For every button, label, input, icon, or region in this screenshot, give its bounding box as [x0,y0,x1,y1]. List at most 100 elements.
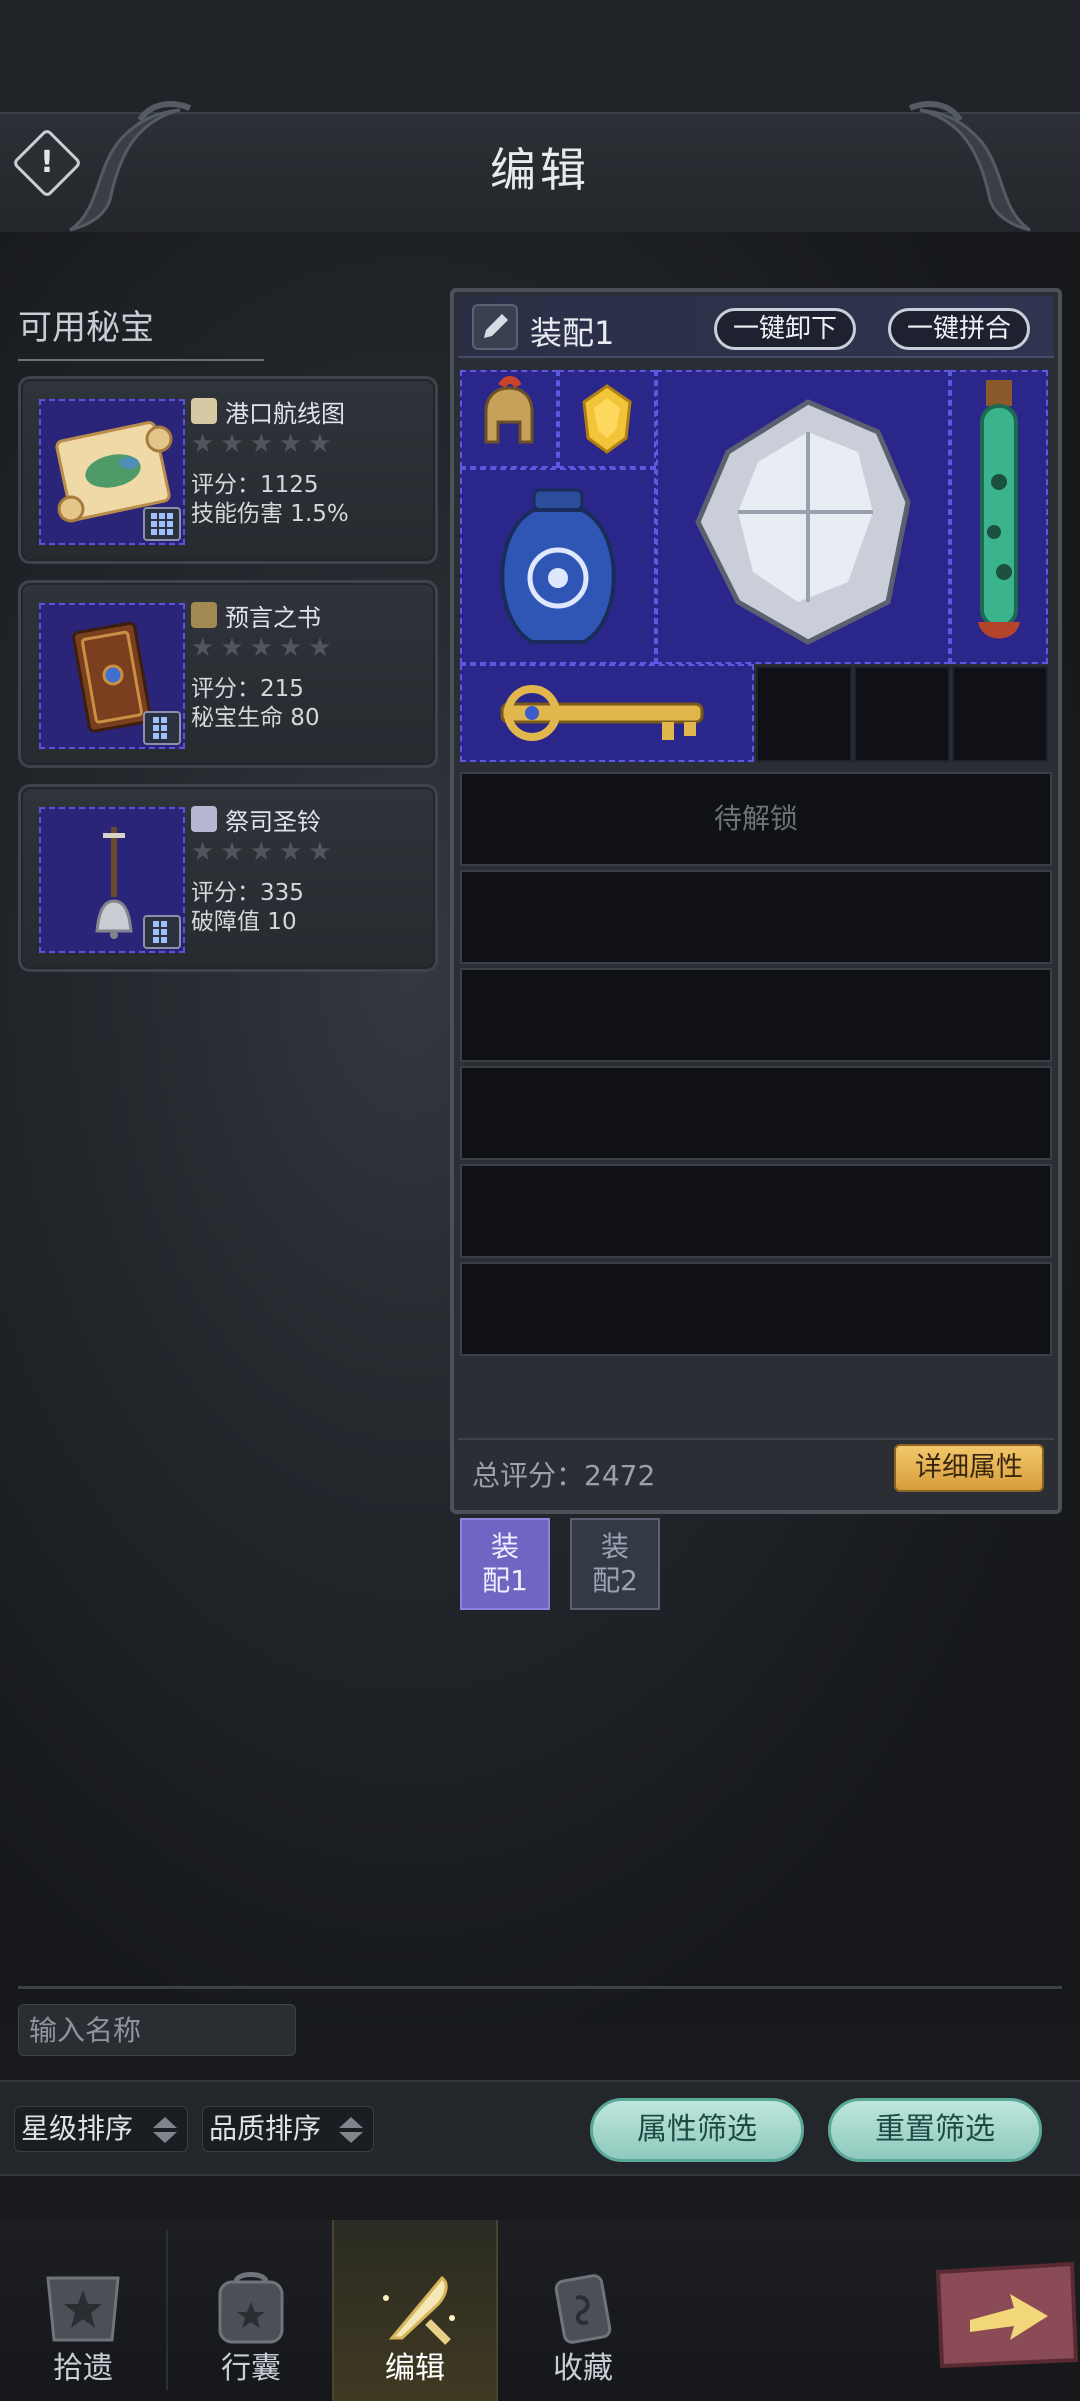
relic-thumbnail [39,807,185,953]
star-sort-label: 星级排序 [21,2112,134,2145]
loadout-panel: 装配1 一键卸下 一键拼合 待解锁 总评分：2472 详细属性 [450,288,1062,1514]
star-icon: ★ [308,633,332,663]
star-icon: ★ [191,633,215,663]
equipped-silver-ore[interactable] [656,370,950,664]
star-icon: ★ [191,837,215,867]
scroll-collection-icon [554,2274,612,2344]
nav-item-collection[interactable]: 收藏 [500,2220,666,2401]
reset-filter-button[interactable]: 重置筛选 [828,2098,1042,2162]
relic-shrine-icon [46,2276,120,2342]
available-relics-title: 可用秘宝 [18,300,264,361]
relic-thumbnail [39,603,185,749]
grid-shape-icon [143,711,181,745]
bell-icon [191,806,217,832]
quality-sort-label: 品质排序 [209,2112,322,2145]
nav-label: 收藏 [553,2351,613,2386]
locked-row [460,1164,1052,1258]
pencil-icon [484,314,508,338]
star-icon: ★ [220,837,244,867]
star-icon: ★ [220,429,244,459]
star-icon: ★ [220,633,244,663]
tome-icon [191,602,217,628]
star-icon: ★ [249,429,273,459]
quality-sort-button[interactable]: 品质排序 [202,2106,374,2152]
equipped-helmet[interactable] [460,370,558,468]
loadout-name: 装配1 [530,314,615,352]
loadout-tab-2[interactable]: 装 配2 [570,1518,660,1610]
relic-effect: 破障值 10 [191,909,297,935]
grid-shape-icon [143,507,181,541]
star-sort-button[interactable]: 星级排序 [14,2106,188,2152]
silver-ore-icon [695,399,911,645]
nav-item-bag[interactable]: 行囊 [168,2220,334,2401]
relic-thumbnail [39,399,185,545]
attribute-filter-button[interactable]: 属性筛选 [590,2098,804,2162]
star-icon: ★ [308,429,332,459]
right-horn-ornament [908,101,1031,232]
equipped-potion[interactable] [950,370,1048,664]
nav-label: 拾遗 [53,2351,113,2386]
grid-shape-icon [143,915,181,949]
equipment-grid[interactable] [460,370,1052,766]
sort-arrows-icon [339,2117,363,2143]
quill-wrench-icon [383,2275,455,2345]
locked-row [460,1262,1052,1356]
relic-name: 预言之书 [225,603,321,632]
sort-arrows-icon [153,2117,177,2143]
divider [18,1986,1062,1989]
auto-merge-button[interactable]: 一键拼合 [888,308,1031,350]
relic-card[interactable]: 港口航线图 ★ ★ ★ ★ ★ 评分：1125 技能伤害 1.5% [18,376,438,564]
locked-label: 待解锁 [713,802,798,835]
tab-label-line: 装 [490,1530,519,1563]
star-icon: ★ [249,837,273,867]
star-icon: ★ [249,633,273,663]
blue-vase-icon [500,488,616,644]
star-icon: ★ [308,837,332,867]
relic-name: 祭司圣铃 [225,807,321,836]
star-icon: ★ [278,633,303,663]
equipped-gem[interactable] [558,370,656,468]
locked-row [460,968,1052,1062]
relic-card[interactable]: 祭司圣铃 ★ ★ ★ ★ ★ 评分：335 破障值 10 [18,784,438,972]
relic-name-row: 港口航线图 [191,395,345,428]
nav-label: 编辑 [385,2351,445,2386]
equipped-vase[interactable] [460,468,656,664]
unload-all-button[interactable]: 一键卸下 [714,308,857,350]
nav-label: 行囊 [221,2351,281,2386]
gold-gem-icon [582,384,632,454]
tab-label-line: 配1 [482,1564,528,1597]
nav-item-edit[interactable]: 编辑 [332,2220,498,2401]
star-rating: ★ ★ ★ ★ ★ [191,635,332,661]
map-scroll-icon [191,398,217,424]
total-score: 总评分：2472 [472,1459,656,1492]
filter-bar: 星级排序 品质排序 属性筛选 重置筛选 [0,2080,1080,2176]
relic-effect: 技能伤害 1.5% [191,501,349,527]
star-rating: ★ ★ ★ ★ ★ [191,839,332,865]
star-icon: ★ [278,429,303,459]
detail-attributes-button[interactable]: 详细属性 [894,1444,1044,1492]
relic-effect: 秘宝生命 80 [191,705,320,731]
star-icon: ★ [278,837,303,867]
locked-row [460,1066,1052,1160]
empty-slot[interactable] [952,666,1048,762]
star-rating: ★ ★ ★ ★ ★ [191,431,332,457]
empty-slot[interactable] [756,666,852,762]
potion-tube-icon [978,380,1020,639]
tab-label-line: 配2 [592,1564,638,1597]
equipped-key[interactable] [460,664,754,762]
bottom-nav: 拾遗 行囊 编辑 收藏 [0,2220,1080,2401]
relic-name-row: 预言之书 [191,599,321,632]
relic-name-row: 祭司圣铃 [191,803,321,836]
loadout-header: 装配1 一键卸下 一键拼合 [458,296,1054,358]
locked-row [460,870,1052,964]
empty-slot[interactable] [854,666,950,762]
backpack-icon [218,2272,284,2344]
name-input[interactable] [18,2004,296,2056]
relic-card[interactable]: 预言之书 ★ ★ ★ ★ ★ 评分：215 秘宝生命 80 [18,580,438,768]
loadout-tab-1[interactable]: 装 配1 [460,1518,550,1610]
next-button[interactable] [930,2260,1080,2370]
helmet-icon [484,376,534,444]
edit-name-button[interactable] [472,304,518,350]
nav-item-pickup[interactable]: 拾遗 [0,2220,166,2401]
star-icon: ★ [191,429,215,459]
